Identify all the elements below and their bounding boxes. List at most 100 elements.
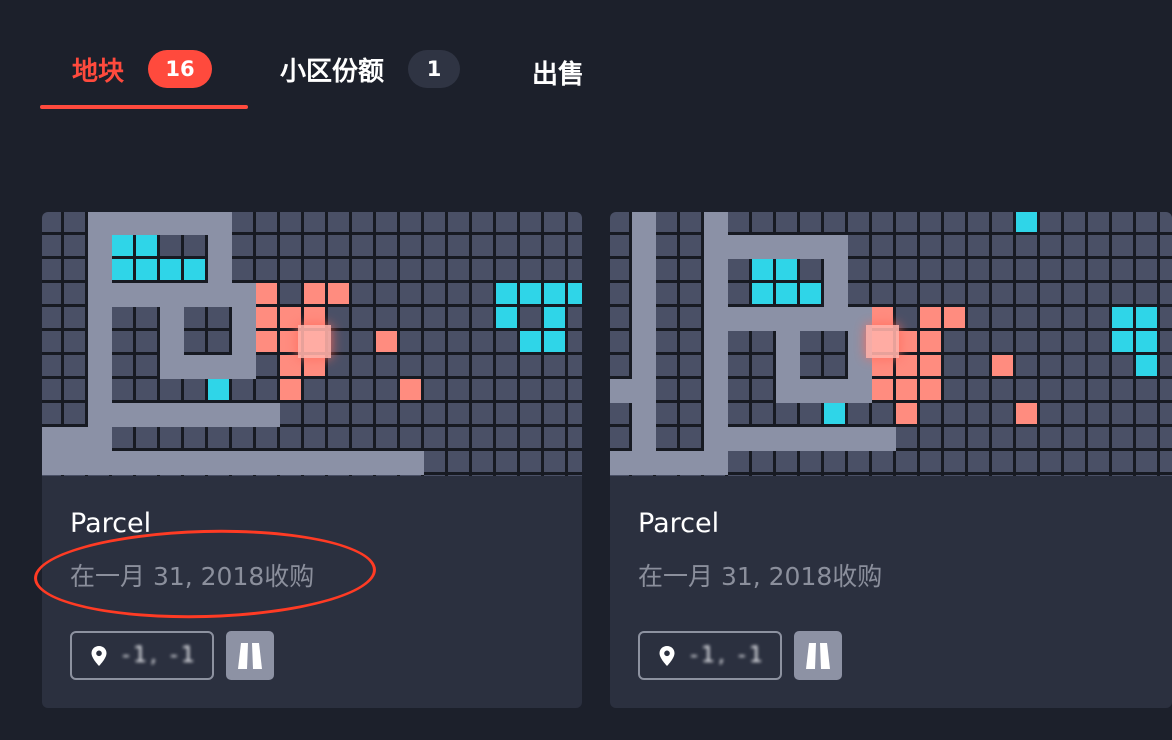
map-tile	[328, 307, 349, 328]
parcel-card[interactable]: Parcel 在一月 31, 2018收购 -1, -1	[42, 212, 582, 708]
map-tile	[848, 259, 869, 280]
map-tile	[968, 427, 989, 448]
map-tile	[448, 283, 469, 304]
map-tile	[1136, 379, 1157, 400]
map-tile	[136, 235, 157, 256]
map-tile	[920, 355, 941, 376]
map-tile	[520, 331, 541, 352]
map-tile	[544, 475, 565, 476]
map-tile	[400, 307, 421, 328]
map-tile	[496, 307, 517, 328]
map-tile	[992, 451, 1013, 472]
map-tile	[704, 355, 728, 379]
map-tile	[328, 212, 349, 232]
map-tile	[136, 379, 157, 400]
map-tile	[208, 283, 232, 307]
map-tile	[1088, 212, 1109, 232]
map-tile	[1064, 331, 1085, 352]
map-tile	[704, 451, 728, 475]
map-tile	[610, 283, 629, 304]
map-tile	[42, 403, 61, 424]
map-tile	[208, 355, 232, 379]
parcel-card[interactable]: Parcel 在一月 31, 2018收购 -1, -1	[610, 212, 1172, 708]
map-tile	[328, 403, 349, 424]
map-tile	[256, 451, 280, 475]
map-tile	[776, 451, 797, 472]
map-tile	[424, 212, 445, 232]
map-tile	[752, 451, 773, 472]
parcel-title: Parcel	[638, 508, 720, 539]
tab-estates-label: 小区份额	[280, 56, 385, 87]
map-tile	[42, 307, 61, 328]
tab-parcels[interactable]: 地块 16	[72, 30, 213, 108]
map-tile	[400, 379, 421, 400]
map-tile	[280, 403, 301, 424]
map-tile	[872, 379, 893, 400]
map-tile	[136, 451, 160, 475]
map-tile	[704, 259, 728, 283]
map-tile	[448, 403, 469, 424]
map-tile	[1136, 403, 1157, 424]
map-tile	[568, 355, 582, 376]
map-tile	[1088, 259, 1109, 280]
map-tile	[1064, 235, 1085, 256]
map-tile	[656, 355, 677, 376]
map-tile	[752, 379, 773, 400]
parcel-map-thumbnail	[610, 212, 1172, 476]
tab-estates[interactable]: 小区份额 1	[280, 30, 461, 108]
parcel-map-svg	[42, 212, 582, 476]
road-button[interactable]	[226, 631, 274, 680]
parcel-coordinates-button[interactable]: -1, -1	[638, 631, 782, 680]
map-tile	[800, 212, 821, 232]
map-tile	[992, 212, 1013, 232]
map-tile	[680, 427, 701, 448]
map-tile	[752, 307, 776, 331]
map-tile	[184, 403, 208, 427]
map-tile	[1112, 451, 1133, 472]
map-tile	[88, 212, 112, 235]
map-tile	[1136, 212, 1157, 232]
map-tile	[848, 355, 872, 379]
map-tile	[1160, 235, 1172, 256]
map-tile	[496, 259, 517, 280]
map-tile	[776, 331, 800, 355]
map-tile	[824, 475, 845, 476]
map-tile	[42, 331, 61, 352]
parcel-title: Parcel	[70, 508, 152, 539]
map-tile	[896, 331, 917, 352]
tab-on-sale[interactable]: 出售	[532, 33, 584, 111]
map-tile	[656, 427, 677, 448]
road-button[interactable]	[794, 631, 842, 680]
map-tile	[1136, 259, 1157, 280]
map-tile	[920, 283, 941, 304]
map-tile	[376, 403, 397, 424]
map-tile	[88, 475, 109, 476]
map-tile	[88, 283, 112, 307]
map-tile	[704, 331, 728, 355]
map-tile	[304, 307, 325, 328]
parcel-coordinates-button[interactable]: -1, -1	[70, 631, 214, 680]
map-tile	[160, 427, 181, 448]
map-tile	[776, 475, 797, 476]
map-tile	[520, 283, 541, 304]
map-tile	[352, 235, 373, 256]
map-tile	[776, 403, 797, 424]
map-tile	[280, 379, 301, 400]
map-tile	[1160, 403, 1172, 424]
map-tile	[752, 259, 773, 280]
map-tile	[64, 427, 88, 451]
map-tile	[208, 259, 232, 283]
map-tile	[944, 212, 965, 232]
map-tile	[1160, 212, 1172, 232]
map-tile	[472, 451, 493, 472]
map-tile	[776, 355, 800, 379]
map-tile	[800, 307, 824, 331]
map-tile	[472, 235, 493, 256]
map-tile	[160, 331, 184, 355]
tab-bar: 地块 16 小区份额 1 出售	[40, 30, 640, 110]
map-tile	[568, 403, 582, 424]
map-tile	[496, 475, 517, 476]
map-tile	[1040, 331, 1061, 352]
map-tile	[824, 403, 845, 424]
map-tile	[1040, 307, 1061, 328]
